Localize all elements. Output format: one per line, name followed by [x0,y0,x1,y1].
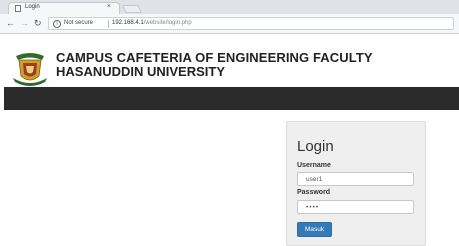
new-tab-button[interactable] [122,5,142,13]
address-divider [108,20,109,28]
tab-close-icon[interactable]: × [107,3,111,10]
site-title-line1: CAMPUS CAFETERIA OF ENGINEERING FACULTY [56,50,373,65]
info-icon[interactable]: i [53,20,61,28]
submit-button[interactable]: Masuk [297,222,332,237]
navigation-bar [4,87,459,110]
university-logo [13,53,47,86]
username-label: Username [297,162,331,169]
reload-icon[interactable]: ↻ [34,17,42,29]
back-arrow-icon[interactable]: ← [6,17,15,29]
username-input[interactable]: user1 [297,172,414,186]
site-title-line2: HASANUDDIN UNIVERSITY [56,64,226,79]
url-text: 192.168.4.1/website/login.php [112,20,192,26]
browser-tab-strip: Login × [0,0,459,14]
password-input[interactable]: •••• [297,200,414,214]
password-label: Password [297,189,331,196]
url-path: /website/login.php [143,20,192,26]
address-bar[interactable]: i Not secure 192.168.4.1/website/login.p… [48,17,454,30]
not-secure-label: Not secure [64,20,94,26]
url-host: 192.168.4.1 [112,20,144,26]
page-icon [15,5,21,12]
login-heading: Login [297,138,334,155]
browser-tab[interactable]: Login × [8,2,120,14]
tab-title: Login [25,4,40,10]
forward-arrow-icon[interactable]: → [20,17,29,29]
browser-toolbar: ← → ↻ i Not secure 192.168.4.1/website/l… [0,14,459,34]
